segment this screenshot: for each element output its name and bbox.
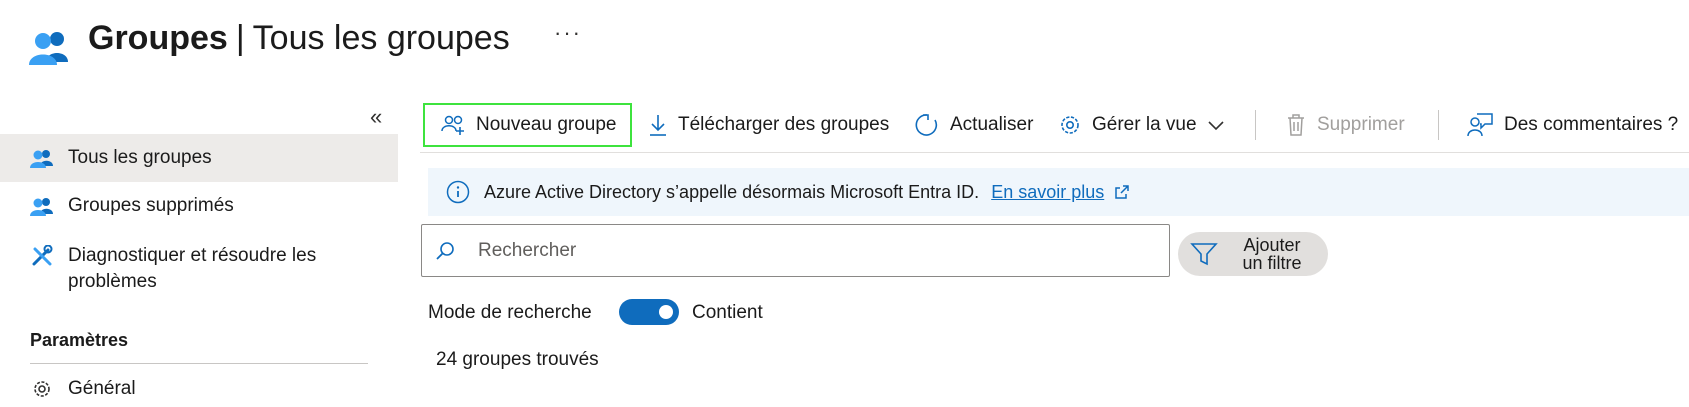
toolbar-divider — [1255, 110, 1256, 140]
more-options-button[interactable]: ··· — [554, 20, 582, 46]
chevron-down-icon — [1207, 121, 1224, 131]
page-title: Groupes | Tous les groupes — [88, 16, 510, 60]
page-title-sub: Tous les groupes — [252, 19, 510, 57]
refresh-label: Actualiser — [950, 114, 1034, 135]
tools-icon — [28, 243, 56, 267]
download-groups-label: Télécharger des groupes — [678, 114, 890, 135]
add-filter-label: Ajouter un filtre — [1232, 236, 1312, 272]
feedback-label: Des commentaires ? — [1504, 114, 1679, 135]
sidebar-item-diagnose[interactable]: Diagnostiquer et résoudre les problèmes — [0, 243, 398, 301]
info-banner: Azure Active Directory s’appelle désorma… — [428, 168, 1689, 216]
page-title-main: Groupes — [88, 19, 228, 57]
groups-icon — [28, 196, 56, 216]
toolbar-divider-line — [420, 152, 1689, 153]
search-icon — [436, 241, 454, 260]
banner-text: Azure Active Directory s’appelle désorma… — [484, 181, 980, 202]
download-icon — [650, 115, 666, 136]
manage-view-button[interactable]: Gérer la vue — [1058, 104, 1225, 146]
page-title-separator: | — [235, 19, 245, 57]
search-box[interactable] — [421, 224, 1170, 277]
filter-icon — [1190, 243, 1218, 266]
trash-icon — [1288, 114, 1304, 136]
delete-label: Supprimer — [1317, 114, 1405, 135]
refresh-button[interactable]: Actualiser — [914, 104, 1033, 146]
sidebar-item-all-groups[interactable]: Tous les groupes — [0, 134, 398, 182]
collapse-sidebar-button[interactable]: « — [370, 104, 382, 130]
results-count: 24 groupes trouvés — [436, 349, 599, 370]
sidebar-item-label: Tous les groupes — [68, 147, 212, 168]
feedback-button[interactable]: Des commentaires ? — [1466, 104, 1678, 146]
add-filter-button[interactable]: Ajouter un filtre — [1178, 232, 1328, 276]
new-group-label: Nouveau groupe — [476, 114, 617, 135]
external-link-icon — [1115, 185, 1129, 199]
groups-icon — [28, 148, 56, 168]
add-filter-label-line2: un filtre — [1242, 253, 1302, 273]
toolbar-divider — [1438, 110, 1439, 140]
sidebar-item-label: Groupes supprimés — [68, 195, 234, 216]
sidebar-item-label-line2: problèmes — [68, 271, 157, 292]
refresh-icon — [915, 114, 938, 136]
add-filter-label-line1: Ajouter — [1243, 235, 1301, 255]
delete-button[interactable]: Supprimer — [1285, 104, 1405, 146]
sidebar-divider — [30, 363, 368, 364]
new-group-button[interactable]: Nouveau groupe — [440, 104, 617, 146]
search-mode-toggle[interactable] — [619, 299, 679, 325]
sidebar-item-deleted-groups[interactable]: Groupes supprimés — [0, 182, 398, 230]
search-input[interactable] — [476, 238, 1120, 263]
gear-icon — [1061, 116, 1079, 134]
manage-view-label: Gérer la vue — [1092, 114, 1197, 135]
feedback-icon — [1467, 113, 1493, 137]
toggle-knob — [659, 305, 673, 319]
gear-icon — [28, 378, 56, 400]
add-group-icon — [441, 115, 464, 135]
download-groups-button[interactable]: Télécharger des groupes — [648, 104, 889, 146]
search-mode-value: Contient — [692, 302, 763, 323]
sidebar-item-label: Diagnostiquer et résoudre les — [68, 245, 317, 266]
sidebar-item-general[interactable]: Général — [0, 374, 398, 404]
search-mode-label: Mode de recherche — [428, 302, 592, 323]
learn-more-link[interactable]: En savoir plus — [991, 182, 1104, 203]
sidebar-item-label: Général — [68, 378, 136, 399]
sidebar-section-settings: Paramètres — [30, 330, 129, 350]
groups-header-icon — [28, 28, 70, 66]
info-icon — [446, 180, 470, 204]
